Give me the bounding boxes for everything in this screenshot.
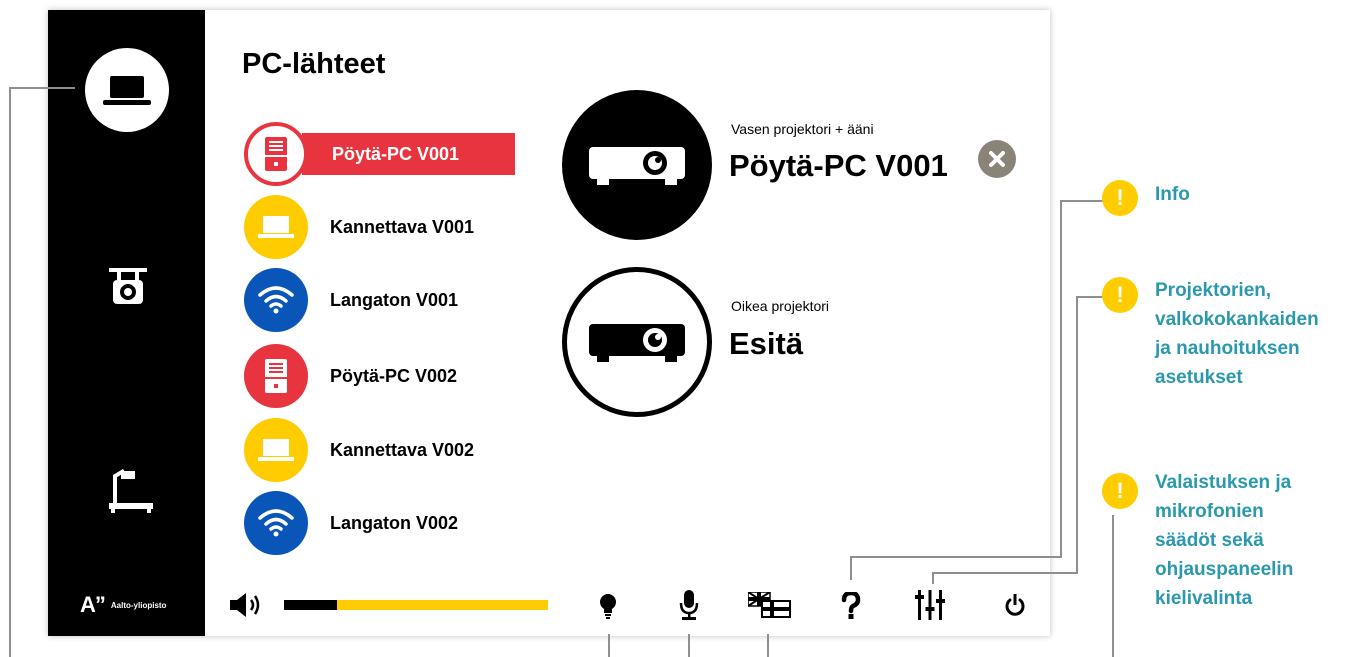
source-item-desktop-v002[interactable]: Pöytä-PC V002 [244,344,544,408]
callout-line [688,634,690,657]
wifi-icon [258,509,294,537]
source-icon-circle [244,122,308,186]
laptop-icon [258,216,294,238]
info-marker: ! [1102,180,1138,216]
source-item-wireless-v002[interactable]: Langaton V002 [244,491,544,555]
language-button[interactable] [746,589,794,621]
lighting-button[interactable] [594,588,622,624]
source-label: Pöytä-PC V001 [332,143,460,164]
help-icon [841,592,861,619]
right-projector-source: Esitä [729,326,804,361]
document-camera-icon [109,469,153,513]
source-icon-circle [244,344,308,408]
info-note: Info [1155,184,1190,205]
power-button[interactable] [1000,590,1030,622]
language-flag-icon [748,592,791,618]
source-label: Kannettava V002 [330,439,475,460]
source-item-desktop-v001[interactable]: Pöytä-PC V001 [244,122,544,186]
callout-line [1060,200,1106,202]
microphone-button[interactable] [674,586,704,624]
volume-level-fill[interactable] [284,600,337,610]
source-item-laptop-v001[interactable]: Kannettava V001 [244,195,544,259]
callout-line [767,634,769,657]
source-icon-circle [244,195,308,259]
projector-icon [589,147,685,185]
settings-button[interactable] [912,586,948,624]
clear-source-button[interactable] [978,140,1016,178]
source-icon-circle [244,491,308,555]
logo-mark: A” [80,592,106,617]
microphone-icon [679,590,699,620]
source-label: Kannettava V001 [330,216,475,237]
sidebar-item-pc-sources[interactable] [85,48,169,132]
left-projector-button[interactable] [562,90,712,240]
source-item-laptop-v002[interactable]: Kannettava V002 [244,418,544,482]
callout-line [850,556,852,580]
info-marker: ! [1102,473,1138,509]
source-label: Langaton V002 [330,512,459,533]
left-projector-subtitle: Vasen projektori + ääni [731,121,874,137]
page-title: PC-lähteet [242,48,386,80]
callout-line [9,87,11,657]
sidebar-item-projector[interactable] [100,264,156,312]
source-item-wireless-v001[interactable]: Langaton V001 [244,268,544,332]
callout-line [850,556,1062,558]
aalto-logo: A” Aalto-yliopisto [80,592,166,618]
projector-settings-note: Projektorien, valkokokankaiden ja nauhoi… [1155,280,1319,388]
info-marker: ! [1102,277,1138,313]
desktop-pc-icon [265,137,287,171]
wifi-icon [258,286,294,314]
source-icon-circle [244,268,308,332]
volume-slider-track[interactable] [337,600,548,610]
left-projector-source: Pöytä-PC V001 [729,148,948,183]
laptop-icon [103,76,151,105]
power-icon [1005,594,1025,616]
sidebar-item-document-camera[interactable] [106,464,156,516]
callout-line [1112,515,1114,657]
mixer-settings-icon [915,590,945,620]
source-label: Langaton V001 [330,289,459,310]
source-icon-circle [244,418,308,482]
laptop-icon [258,439,294,461]
close-icon [989,151,1005,167]
logo-text: Aalto-yliopisto [110,600,167,610]
help-button[interactable] [838,588,864,624]
lightbulb-icon [600,594,616,619]
lighting-mic-note: Valaistuksen ja mikrofonien säädöt sekä … [1155,472,1294,609]
callout-line [932,572,1078,574]
callout-line [9,87,75,89]
desktop-pc-icon [265,359,287,393]
callout-line [1076,296,1078,574]
speaker-icon [230,593,260,617]
source-label: Pöytä-PC V002 [330,365,458,386]
projector-icon [589,324,685,362]
volume-button[interactable] [226,590,266,620]
callout-line [1060,200,1062,558]
callout-line [608,634,610,657]
right-projector-subtitle: Oikea projektori [731,298,830,314]
right-projector-button[interactable] [562,267,712,417]
ceiling-projector-icon [109,268,147,304]
